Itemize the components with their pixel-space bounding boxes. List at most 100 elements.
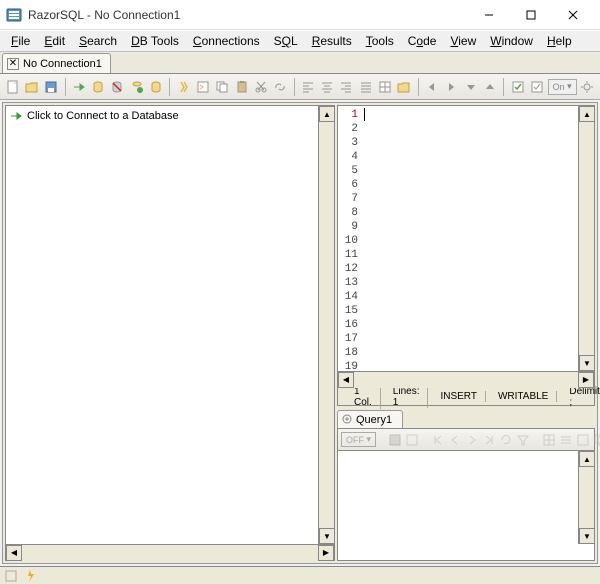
open-file-icon[interactable] [23,78,40,96]
query-vscroll[interactable]: ▲ ▼ [578,451,594,544]
export-icon[interactable] [405,431,419,449]
paste-icon[interactable] [233,78,250,96]
scroll-up-icon[interactable]: ▲ [579,106,595,122]
line-number: 11 [338,248,358,262]
execute-icon[interactable] [175,78,192,96]
db-settings-icon[interactable] [128,78,145,96]
maximize-button[interactable] [510,1,552,29]
window-title: RazorSQL - No Connection1 [28,8,468,22]
prev-icon[interactable] [448,431,462,449]
justify-icon[interactable] [357,78,374,96]
arrow-left-icon[interactable] [424,78,441,96]
on-toggle[interactable]: On ▾ [548,79,577,95]
menu-code[interactable]: Code [401,32,444,50]
main-toolbar: On ▾ [0,74,600,100]
status-mode: INSERT [440,391,486,402]
line-number: 12 [338,262,358,276]
scroll-up-icon[interactable]: ▲ [579,451,595,467]
execute-script-icon[interactable] [195,78,212,96]
first-icon[interactable] [431,431,445,449]
disconnect-icon[interactable] [109,78,126,96]
scroll-right-icon[interactable]: ▶ [578,372,594,388]
line-number: 9 [338,220,358,234]
scroll-down-icon[interactable]: ▼ [579,528,595,544]
arrow-down-icon[interactable] [462,78,479,96]
left-vscroll[interactable]: ▲ ▼ [318,106,334,544]
status-writable: WRITABLE [498,391,557,402]
check-icon[interactable] [509,78,526,96]
menu-results[interactable]: Results [305,32,359,50]
scroll-left-icon[interactable]: ◀ [338,372,354,388]
scroll-up-icon[interactable]: ▲ [319,106,335,122]
line-number: 16 [338,318,358,332]
menu-window[interactable]: Window [483,32,540,50]
main-area: Click to Connect to a Database ▲ ▼ ◀ ▶ 1… [2,102,598,564]
save-icon[interactable] [42,78,59,96]
new-file-icon[interactable] [4,78,21,96]
connect-icon[interactable] [71,78,88,96]
line-number: 17 [338,332,358,346]
refresh-result-icon[interactable] [499,431,513,449]
document-tab-label: No Connection1 [23,58,102,70]
menu-file[interactable]: File [4,32,37,50]
list-icon[interactable] [559,431,573,449]
right-pane: 123456789101112131415161718192021 ▲ ▼ ◀ … [337,105,595,561]
stop-icon[interactable] [528,78,545,96]
last-icon[interactable] [482,431,496,449]
copy-icon[interactable] [214,78,231,96]
document-tab-row: ✕ No Connection1 [0,52,600,74]
editor-vscroll[interactable]: ▲ ▼ [578,106,594,371]
minimize-button[interactable] [468,1,510,29]
align-left-icon[interactable] [299,78,316,96]
menu-dbtools[interactable]: DB Tools [124,32,186,50]
save-result-icon[interactable] [388,431,402,449]
menu-edit[interactable]: Edit [37,32,72,50]
line-number: 18 [338,346,358,360]
document-tab[interactable]: ✕ No Connection1 [2,53,111,73]
connect-to-db-link[interactable]: Click to Connect to a Database [9,109,331,123]
arrow-up-icon[interactable] [481,78,498,96]
cut-icon[interactable] [252,78,269,96]
db-navigator-pane: Click to Connect to a Database ▲ ▼ ◀ ▶ [5,105,335,561]
close-button[interactable] [552,1,594,29]
table-icon[interactable] [376,78,393,96]
align-right-icon[interactable] [338,78,355,96]
next-icon[interactable] [465,431,479,449]
connect-db-icon[interactable] [90,78,107,96]
scroll-down-icon[interactable]: ▼ [319,528,335,544]
folder-icon[interactable] [395,78,412,96]
menu-bar: File Edit Search DB Tools Connections SQ… [0,30,600,52]
line-number: 15 [338,304,358,318]
gear-icon[interactable] [579,78,596,96]
menu-tools[interactable]: Tools [359,32,401,50]
query-tab[interactable]: Query1 [337,410,403,428]
status-lines: Lines: 1 [393,386,429,408]
menu-view[interactable]: View [443,32,483,50]
filter-icon[interactable] [516,431,530,449]
scroll-down-icon[interactable]: ▼ [579,355,595,371]
arrow-right-icon[interactable] [443,78,460,96]
line-number: 10 [338,234,358,248]
line-number: 8 [338,206,358,220]
line-number: 7 [338,192,358,206]
link-icon[interactable] [271,78,288,96]
left-hscroll[interactable]: ◀ ▶ [6,544,334,560]
line-number: 19 [338,360,358,371]
line-number: 13 [338,276,358,290]
off-toggle[interactable]: OFF ▾ [341,432,376,447]
scroll-left-icon[interactable]: ◀ [6,545,22,561]
editor-hscroll[interactable]: ◀ ▶ [338,371,594,387]
db-refresh-icon[interactable] [147,78,164,96]
scroll-right-icon[interactable]: ▶ [318,545,334,561]
menu-connections[interactable]: Connections [186,32,267,50]
grid-icon[interactable] [542,431,556,449]
tab-close-icon[interactable]: ✕ [7,58,19,70]
align-center-icon[interactable] [319,78,336,96]
code-area[interactable] [362,106,594,371]
line-gutter: 123456789101112131415161718192021 [338,106,362,371]
detail-icon[interactable] [576,431,590,449]
copy-result-icon[interactable] [593,431,600,449]
menu-sql[interactable]: SQL [267,32,305,50]
menu-search[interactable]: Search [72,32,124,50]
menu-help[interactable]: Help [540,32,579,50]
